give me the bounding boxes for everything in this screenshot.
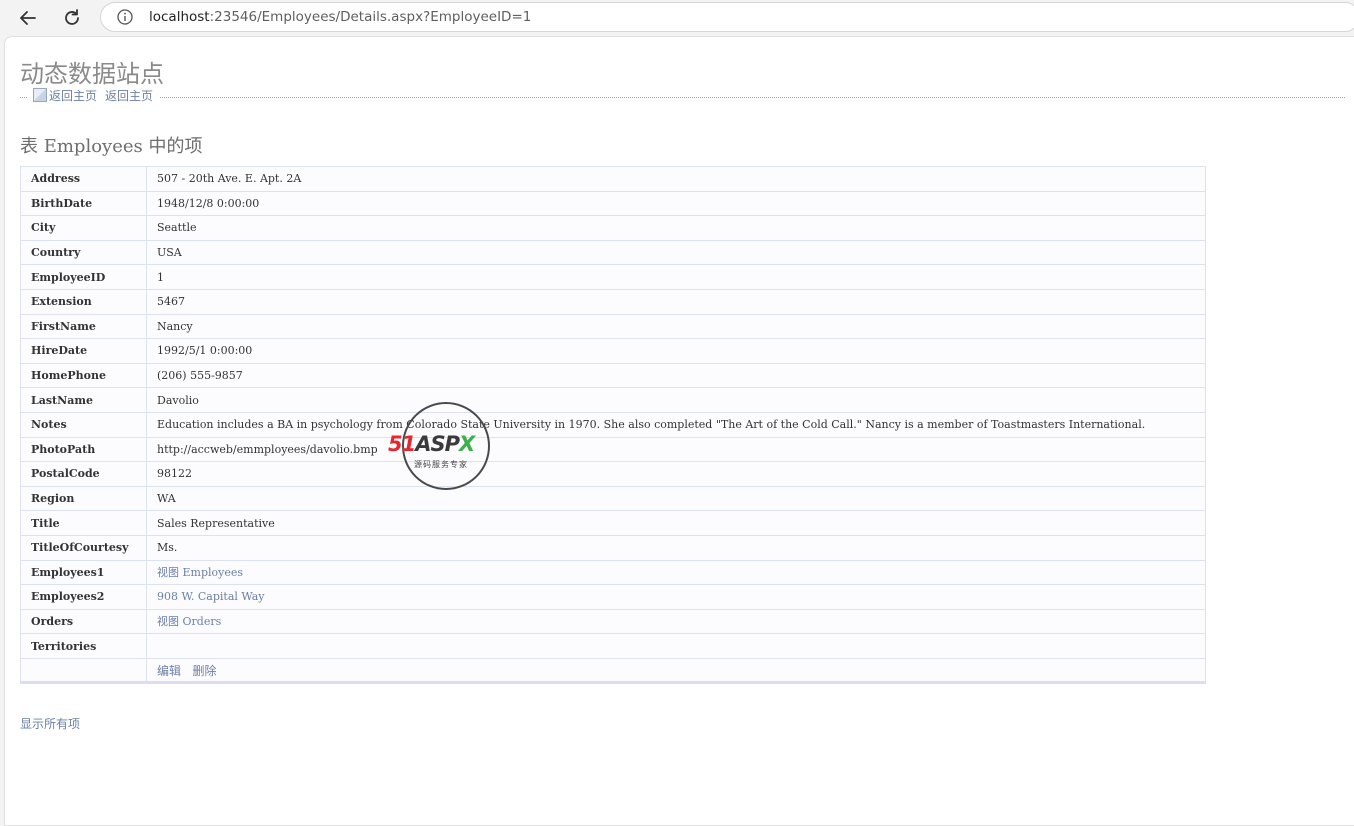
command-cell: 编辑 删除 (146, 657, 1206, 684)
field-label: Orders (20, 608, 147, 635)
field-label: Region (20, 485, 147, 512)
table-row: BirthDate 1948/12/8 0:00:00 (20, 190, 1206, 217)
field-label: BirthDate (20, 190, 147, 217)
table-row: Country USA (20, 239, 1206, 266)
table-row: Employees2 908 W. Capital Way (20, 584, 1206, 610)
field-label: Title (20, 510, 147, 536)
field-label: Territories (20, 633, 147, 659)
table-row: EmployeeID 1 (20, 264, 1206, 290)
manager-link[interactable]: 908 W. Capital Way (157, 590, 265, 603)
field-label: EmployeeID (20, 264, 147, 290)
table-row: Extension 5467 (20, 288, 1206, 315)
field-label: Address (20, 166, 147, 192)
table-row: Orders 视图 Orders (20, 608, 1206, 635)
show-all-link[interactable]: 显示所有项 (20, 715, 80, 732)
field-label: PostalCode (20, 461, 147, 487)
field-value: Seattle (146, 215, 1206, 241)
home-link[interactable]: 返回主页 (105, 87, 153, 104)
field-value: 1 (146, 264, 1206, 290)
back-arrow-icon (20, 11, 36, 25)
reload-button[interactable] (58, 4, 86, 32)
header-divider (20, 97, 1345, 98)
field-label: TitleOfCourtesy (20, 534, 147, 561)
edit-link[interactable]: 编辑 (157, 664, 181, 678)
home-image-link[interactable]: 返回主页 (33, 87, 97, 104)
field-label: LastName (20, 387, 147, 413)
broken-image-icon (33, 88, 47, 102)
field-label: HireDate (20, 338, 147, 364)
table-row: Region WA (20, 485, 1206, 512)
url-text[interactable]: localhost:23546/Employees/Details.aspx?E… (149, 9, 531, 25)
table-row: Title Sales Representative (20, 510, 1206, 536)
command-row-label (20, 657, 147, 684)
field-value: Sales Representative (146, 510, 1206, 536)
table-row: PhotoPath http://accweb/emmployees/davol… (20, 436, 1206, 463)
table-row: Notes Education includes a BA in psychol… (20, 411, 1206, 438)
field-value: 1948/12/8 0:00:00 (146, 190, 1206, 217)
home-nav: 返回主页 返回主页 (27, 86, 160, 104)
table-row: Address 507 - 20th Ave. E. Apt. 2A (20, 166, 1206, 192)
reload-icon (65, 9, 79, 25)
field-label: Notes (20, 411, 147, 438)
back-button[interactable] (14, 4, 42, 32)
table-row: HireDate 1992/5/1 0:00:00 (20, 338, 1206, 364)
field-label: PhotoPath (20, 436, 147, 463)
field-label: Employees1 (20, 559, 147, 586)
url-path: :23546/Employees/Details.aspx?EmployeeID… (209, 9, 532, 25)
table-row: Territories (20, 633, 1206, 659)
site-title: 动态数据站点 (20, 60, 164, 88)
field-value: Ms. (146, 534, 1206, 561)
field-rows: Address 507 - 20th Ave. E. Apt. 2A Birth… (20, 166, 1206, 684)
home-image-alt: 返回主页 (49, 88, 98, 103)
field-label: Employees2 (20, 584, 147, 610)
field-value: 98122 (146, 461, 1206, 487)
field-value: Education includes a BA in psychology fr… (146, 411, 1206, 438)
field-value: USA (146, 239, 1206, 266)
field-label: City (20, 215, 147, 241)
field-value: 908 W. Capital Way (146, 584, 1206, 610)
field-label: FirstName (20, 313, 147, 340)
table-row: FirstName Nancy (20, 313, 1206, 340)
delete-link[interactable]: 删除 (193, 664, 217, 678)
field-label: HomePhone (20, 362, 147, 389)
table-row: TitleOfCourtesy Ms. (20, 534, 1206, 561)
table-row: HomePhone (206) 555-9857 (20, 362, 1206, 389)
table-row: City Seattle (20, 215, 1206, 241)
view-employees-link[interactable]: 视图 Employees (157, 566, 243, 579)
field-value: Davolio (146, 387, 1206, 413)
view-orders-link[interactable]: 视图 Orders (157, 615, 221, 628)
page-title: 表 Employees 中的项 (20, 136, 203, 157)
details-table: Address 507 - 20th Ave. E. Apt. 2A Birth… (20, 166, 1206, 685)
field-value (146, 633, 1206, 659)
browser-toolbar: localhost:23546/Employees/Details.aspx?E… (0, 0, 1354, 36)
field-label: Extension (20, 288, 147, 315)
address-bar[interactable]: localhost:23546/Employees/Details.aspx?E… (100, 2, 1354, 32)
field-value: 5467 (146, 288, 1206, 315)
field-value: 507 - 20th Ave. E. Apt. 2A (146, 166, 1206, 192)
field-label: Country (20, 239, 147, 266)
table-row: Employees1 视图 Employees (20, 559, 1206, 586)
table-row: PostalCode 98122 (20, 461, 1206, 487)
field-value: 1992/5/1 0:00:00 (146, 338, 1206, 364)
table-row: LastName Davolio (20, 387, 1206, 413)
info-icon[interactable] (117, 9, 133, 25)
field-value: http://accweb/emmployees/davolio.bmp (146, 436, 1206, 463)
url-host: localhost (149, 9, 210, 25)
field-value: Nancy (146, 313, 1206, 340)
field-value: 视图 Orders (146, 608, 1206, 635)
field-value: 视图 Employees (146, 559, 1206, 586)
field-value: (206) 555-9857 (146, 362, 1206, 389)
field-value: WA (146, 485, 1206, 512)
command-row: 编辑 删除 (20, 657, 1206, 684)
